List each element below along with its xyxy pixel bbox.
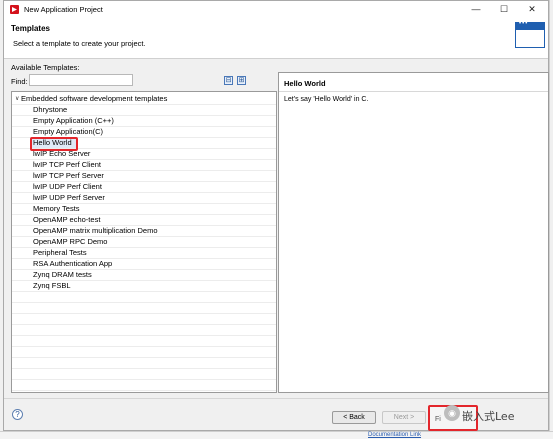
empty-row [12, 369, 276, 380]
collapse-all-icon[interactable]: ⊟ [224, 76, 233, 85]
tree-item[interactable]: Peripheral Tests [12, 248, 276, 259]
find-label: Find: [11, 77, 28, 86]
tree-item[interactable]: OpenAMP matrix multiplication Demo [12, 226, 276, 237]
tree-item-label: Empty Application (C++) [33, 116, 114, 125]
annotation-highlight-box [30, 137, 78, 151]
documentation-link[interactable]: Documentation Link [368, 432, 421, 438]
tree-item-label: RSA Authentication App [33, 259, 113, 268]
tree-item-label: OpenAMP matrix multiplication Demo [33, 226, 158, 235]
description-title: Hello World [284, 79, 326, 88]
tree-item-label: Dhrystone [33, 105, 68, 114]
templates-tree[interactable]: ∨ Embedded software development template… [11, 91, 277, 393]
tree-item-label: Peripheral Tests [33, 248, 87, 257]
wizard-banner: Templates Select a template to create yo… [4, 18, 548, 59]
next-button[interactable]: Next > [382, 411, 426, 424]
empty-row [12, 303, 276, 314]
tree-item[interactable]: OpenAMP echo-test [12, 215, 276, 226]
find-input[interactable] [29, 74, 133, 86]
new-application-project-dialog: New Application Project — ☐ ✕ Templates … [3, 0, 549, 431]
tree-item-label: OpenAMP echo-test [33, 215, 101, 224]
empty-row [12, 336, 276, 347]
help-icon[interactable]: ? [12, 409, 23, 420]
expand-all-icon[interactable]: ⊞ [237, 76, 246, 85]
tree-item[interactable]: Zynq DRAM tests [12, 270, 276, 281]
empty-row [12, 380, 276, 391]
maximize-button[interactable]: ☐ [490, 1, 518, 18]
available-templates-label: Available Templates: [11, 63, 80, 72]
tree-item-label: Zynq DRAM tests [33, 270, 92, 279]
tree-item[interactable]: Empty Application (C++) [12, 116, 276, 127]
page-description: Select a template to create your project… [13, 39, 146, 48]
tree-item-label: Empty Application(C) [33, 127, 104, 136]
back-button[interactable]: < Back [332, 411, 376, 424]
tree-item-label: Zynq FSBL [33, 281, 71, 290]
finish-label: Fi [435, 416, 441, 423]
tree-item-label: lwIP TCP Perf Server [33, 171, 104, 180]
tree-item[interactable]: Memory Tests [12, 204, 276, 215]
empty-row [12, 292, 276, 303]
tree-item[interactable]: lwIP TCP Perf Server [12, 171, 276, 182]
wechat-logo-icon: ◉ [444, 405, 460, 421]
template-description-panel: Hello World Let's say 'Hello World' in C… [278, 72, 549, 393]
tree-item[interactable]: lwIP UDP Perf Client [12, 182, 276, 193]
close-button[interactable]: ✕ [518, 1, 546, 18]
background-window-right-edge [549, 0, 553, 438]
tree-item-label: Memory Tests [33, 204, 80, 213]
minimize-button[interactable]: — [462, 1, 490, 18]
title-bar[interactable]: New Application Project — ☐ ✕ [4, 1, 548, 18]
tree-item[interactable]: Dhrystone [12, 105, 276, 116]
page-title: Templates [11, 24, 50, 33]
tree-item-label: lwIP UDP Perf Client [33, 182, 102, 191]
tree-item[interactable]: lwIP UDP Perf Server [12, 193, 276, 204]
footer-divider [4, 398, 548, 399]
tree-item-label: lwIP TCP Perf Client [33, 160, 101, 169]
tree-item[interactable]: OpenAMP RPC Demo [12, 237, 276, 248]
description-body: Let's say 'Hello World' in C. [284, 96, 369, 103]
empty-row [12, 358, 276, 369]
tree-item[interactable]: RSA Authentication App [12, 259, 276, 270]
tree-item[interactable]: Zynq FSBL [12, 281, 276, 292]
wizard-window-icon: ••• [515, 21, 545, 48]
tree-item-label: lwIP UDP Perf Server [33, 193, 105, 202]
vitis-app-icon [10, 5, 19, 14]
tree-category[interactable]: ∨ Embedded software development template… [12, 94, 276, 105]
empty-row [12, 314, 276, 325]
tree-item[interactable]: lwIP TCP Perf Client [12, 160, 276, 171]
watermark-text: 嵌入式Lee [462, 410, 515, 423]
window-title: New Application Project [24, 5, 103, 14]
tree-category-label: Embedded software development templates [21, 94, 168, 103]
tree-item-label: OpenAMP RPC Demo [33, 237, 108, 246]
empty-row [12, 347, 276, 358]
empty-row [12, 325, 276, 336]
chevron-down-icon[interactable]: ∨ [15, 94, 19, 104]
divider [279, 91, 548, 92]
